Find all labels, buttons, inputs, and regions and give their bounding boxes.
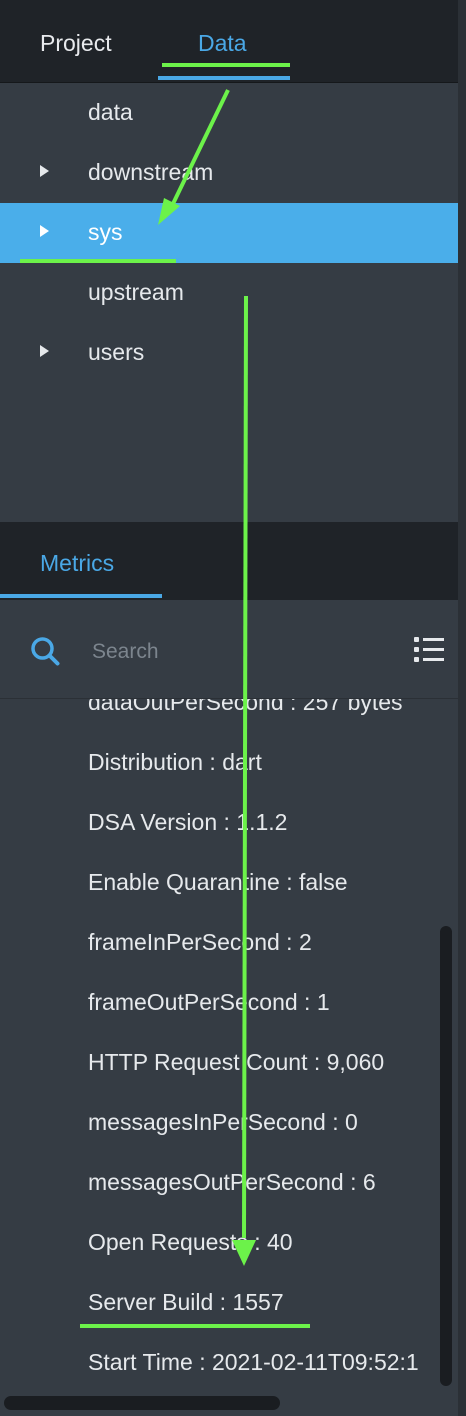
tree-item-sys[interactable]: sys: [0, 203, 458, 263]
metric-row[interactable]: Start Time : 2021-02-11T09:52:1: [88, 1349, 419, 1376]
data-tree: data downstream sys upstream users: [0, 83, 458, 521]
tree-item-data[interactable]: data: [0, 83, 458, 143]
metric-row[interactable]: messagesOutPerSecond : 6: [88, 1169, 376, 1196]
list-options-icon[interactable]: [412, 634, 446, 666]
tree-item-upstream[interactable]: upstream: [0, 263, 458, 323]
expand-arrow-icon[interactable]: [40, 165, 49, 177]
search-icon[interactable]: [30, 636, 60, 666]
active-tab-underline: [158, 76, 290, 80]
metric-row[interactable]: Enable Quarantine : false: [88, 869, 348, 896]
tree-item-users[interactable]: users: [0, 323, 458, 383]
top-tab-bar: Project Data: [0, 0, 458, 83]
tab-project[interactable]: Project: [40, 30, 112, 57]
active-tab-underline: [0, 594, 162, 598]
tree-item-label: downstream: [88, 159, 214, 185]
tree-item-label: sys: [88, 219, 123, 245]
tree-item-label: data: [88, 99, 133, 125]
metric-row[interactable]: HTTP Request Count : 9,060: [88, 1049, 384, 1076]
expand-arrow-icon[interactable]: [40, 225, 49, 237]
metric-row[interactable]: messagesInPerSecond : 0: [88, 1109, 358, 1136]
metric-row[interactable]: Open Requests : 40: [88, 1229, 293, 1256]
metric-row[interactable]: frameOutPerSecond : 1: [88, 989, 330, 1016]
metrics-header: Metrics: [0, 522, 458, 600]
metric-row[interactable]: dataOutPerSecond : 257 bytes: [88, 699, 403, 716]
search-input[interactable]: [90, 636, 394, 668]
metrics-search-bar: [0, 600, 458, 699]
tree-item-label: upstream: [88, 279, 184, 305]
vertical-scrollbar[interactable]: [440, 926, 452, 1386]
tree-item-label: users: [88, 339, 145, 365]
expand-arrow-icon[interactable]: [40, 345, 49, 357]
panel-divider: [458, 0, 466, 1416]
horizontal-scrollbar[interactable]: [4, 1396, 280, 1410]
metric-row[interactable]: Server Build : 1557: [88, 1289, 284, 1316]
metric-row[interactable]: DSA Version : 1.1.2: [88, 809, 287, 836]
tree-item-downstream[interactable]: downstream: [0, 143, 458, 203]
tab-metrics[interactable]: Metrics: [40, 550, 114, 577]
metric-row[interactable]: frameInPerSecond : 2: [88, 929, 312, 956]
tab-data[interactable]: Data: [198, 30, 247, 57]
metric-row[interactable]: Distribution : dart: [88, 749, 262, 776]
metrics-list: dataOutPerSecond : 257 bytes Distributio…: [0, 699, 458, 1389]
